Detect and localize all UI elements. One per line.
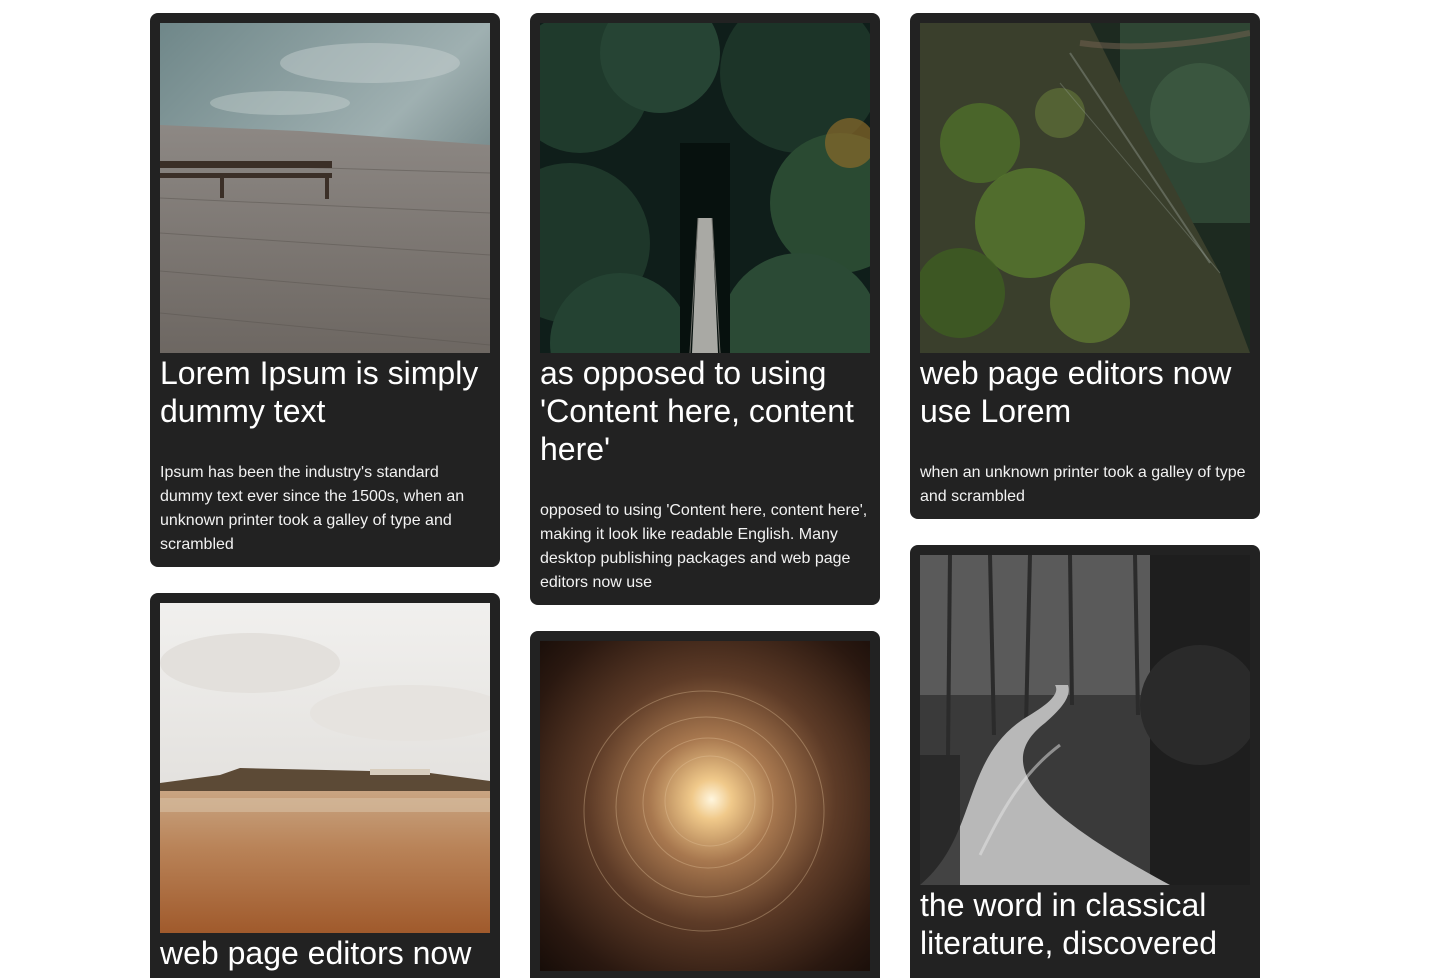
card-body bbox=[160, 972, 490, 978]
card[interactable] bbox=[530, 631, 880, 978]
card-body bbox=[540, 972, 870, 978]
card[interactable]: the word in classical literature, discov… bbox=[910, 545, 1260, 978]
card-body: Ipsum has been the industry's standard d… bbox=[160, 464, 465, 553]
tunnel-light-photo bbox=[540, 641, 870, 971]
lake-pier-bench-photo bbox=[160, 23, 490, 353]
card[interactable]: Lorem Ipsum is simply dummy text Ipsum h… bbox=[150, 13, 500, 567]
card-body: when an unknown printer took a galley of… bbox=[920, 464, 1246, 505]
card[interactable]: web page editors now bbox=[150, 593, 500, 978]
card-title: as opposed to using 'Content here, conte… bbox=[540, 355, 854, 467]
card-grid: Lorem Ipsum is simply dummy text Ipsum h… bbox=[0, 0, 1443, 978]
dark-forest-path-photo bbox=[920, 555, 1250, 885]
sepia-beach-coast-photo bbox=[160, 603, 490, 933]
card-title: web page editors now bbox=[160, 935, 472, 971]
card[interactable]: as opposed to using 'Content here, conte… bbox=[530, 13, 880, 605]
card-body bbox=[920, 962, 1250, 978]
card-body: opposed to using 'Content here, content … bbox=[540, 502, 868, 591]
mossy-tree-trunk-photo bbox=[920, 23, 1250, 353]
card-title: the word in classical literature, discov… bbox=[920, 887, 1218, 961]
card-title: Lorem Ipsum is simply dummy text bbox=[160, 355, 479, 429]
card-title: web page editors now use Lorem bbox=[920, 355, 1232, 429]
forest-suspension-bridge-photo bbox=[540, 23, 870, 353]
card[interactable]: web page editors now use Lorem when an u… bbox=[910, 13, 1260, 519]
